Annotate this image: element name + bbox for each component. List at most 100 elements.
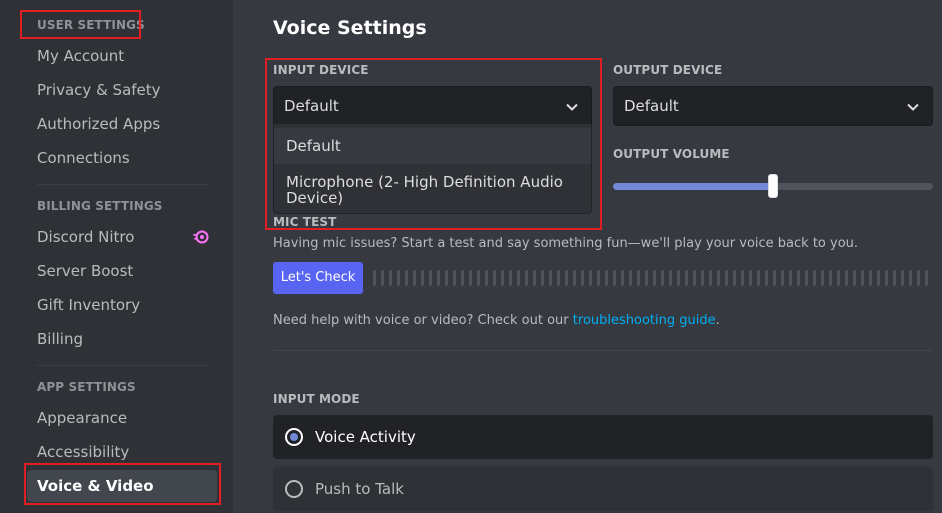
meter-bar [925,270,928,286]
meter-bar [469,270,472,286]
output-volume-fill [613,183,773,190]
meter-bar [413,270,416,286]
output-device-select[interactable]: Default [613,86,933,126]
meter-bar [445,270,448,286]
meter-bar [709,270,712,286]
sidebar-item-server-boost[interactable]: Server Boost [27,255,217,287]
meter-bar [381,270,384,286]
help-text-prefix: Need help with voice or video? Check out… [273,313,573,328]
meter-bar [581,270,584,286]
radio-unselected-icon [285,480,303,498]
meter-bar [741,270,744,286]
input-device-select[interactable]: Default [273,86,592,126]
meter-bar [773,270,776,286]
sidebar-item-gift-inventory[interactable]: Gift Inventory [27,289,217,321]
meter-bar [701,270,704,286]
section-divider [273,350,933,351]
meter-bar [813,270,816,286]
meter-bar [397,270,400,286]
sidebar-header-billing-settings: BILLING SETTINGS [37,199,163,213]
meter-bar [453,270,456,286]
settings-sidebar: USER SETTINGS My Account Privacy & Safet… [0,0,233,513]
sidebar-item-billing[interactable]: Billing [27,323,217,355]
meter-bar [477,270,480,286]
meter-bar [845,270,848,286]
meter-bar [573,270,576,286]
meter-bar [661,270,664,286]
help-text: Need help with voice or video? Check out… [273,313,720,328]
meter-bar [405,270,408,286]
help-text-suffix: . [715,313,720,328]
meter-bar [877,270,880,286]
meter-bar [589,270,592,286]
meter-bar [917,270,920,286]
radio-voice-activity[interactable]: Voice Activity [273,415,933,459]
dropdown-option-default[interactable]: Default [274,128,591,164]
sidebar-item-privacy-safety[interactable]: Privacy & Safety [27,74,217,106]
troubleshooting-guide-link[interactable]: troubleshooting guide [573,313,716,328]
sidebar-item-connections[interactable]: Connections [27,142,217,174]
output-volume-label: OUTPUT VOLUME [613,147,730,161]
meter-bar [501,270,504,286]
output-volume-knob[interactable] [768,174,778,198]
chevron-down-icon [566,103,578,111]
meter-bar [765,270,768,286]
meter-bar [493,270,496,286]
radio-label-voice-activity: Voice Activity [315,428,416,446]
meter-bar [629,270,632,286]
meter-bar [429,270,432,286]
meter-bar [509,270,512,286]
meter-bar [541,270,544,286]
meter-bar [645,270,648,286]
output-device-value: Default [624,97,679,115]
meter-bar [437,270,440,286]
meter-bar [725,270,728,286]
meter-bar [805,270,808,286]
meter-bar [525,270,528,286]
page-title: Voice Settings [273,17,427,39]
radio-label-push-to-talk: Push to Talk [315,480,404,498]
mic-level-meter [373,267,933,289]
meter-bar [909,270,912,286]
radio-push-to-talk[interactable]: Push to Talk [273,467,933,511]
meter-bar [549,270,552,286]
meter-bar [669,270,672,286]
sidebar-item-my-account[interactable]: My Account [27,40,217,72]
nitro-icon [193,230,209,244]
dropdown-option-microphone[interactable]: Microphone (2- High Definition Audio Dev… [274,169,591,211]
meter-bar [533,270,536,286]
meter-bar [829,270,832,286]
sidebar-separator [37,365,209,366]
input-device-value: Default [284,97,339,115]
meter-bar [869,270,872,286]
mic-test-description: Having mic issues? Start a test and say … [273,236,859,251]
sidebar-separator [37,184,209,185]
meter-bar [389,270,392,286]
meter-bar [789,270,792,286]
sidebar-item-authorized-apps[interactable]: Authorized Apps [27,108,217,140]
input-device-label: INPUT DEVICE [273,63,369,77]
mic-test-label: MIC TEST [273,215,337,229]
meter-bar [653,270,656,286]
output-device-label: OUTPUT DEVICE [613,63,723,77]
highlight-box-user-settings [20,10,141,39]
meter-bar [461,270,464,286]
meter-bar [685,270,688,286]
meter-bar [733,270,736,286]
sidebar-item-discord-nitro[interactable]: Discord Nitro [27,221,217,253]
meter-bar [693,270,696,286]
meter-bar [853,270,856,286]
sidebar-item-appearance[interactable]: Appearance [27,402,217,434]
chevron-down-icon [907,103,919,111]
meter-bar [565,270,568,286]
meter-bar [605,270,608,286]
sidebar-header-app-settings: APP SETTINGS [37,380,136,394]
meter-bar [517,270,520,286]
highlight-box-voice-video [24,463,221,505]
input-device-dropdown: Default Microphone (2- High Definition A… [273,124,592,214]
meter-bar [885,270,888,286]
meter-bar [749,270,752,286]
meter-bar [821,270,824,286]
lets-check-button[interactable]: Let's Check [273,262,363,294]
meter-bar [837,270,840,286]
